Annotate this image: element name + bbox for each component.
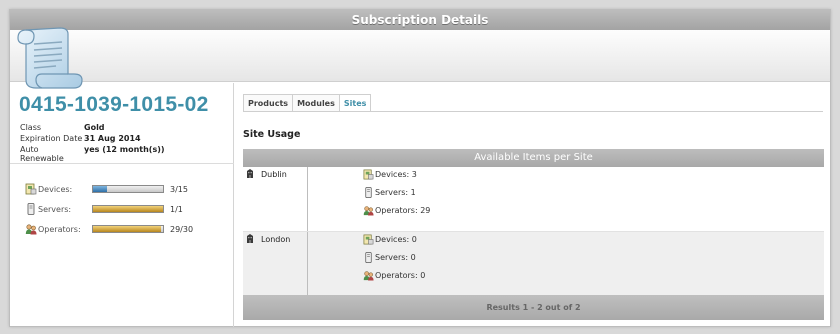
site-item-servers: Servers: 1 xyxy=(363,187,513,199)
site-item-text: Servers: 0 xyxy=(375,253,416,262)
usage-count: 3/15 xyxy=(170,185,188,194)
site-item-text: Devices: 0 xyxy=(375,235,417,244)
info-row-auto-renewable: Auto Renewable yes (12 month(s)) xyxy=(20,145,165,163)
subscription-summary-panel: 0415-1039-1015-02 Class Gold Expiration … xyxy=(10,83,234,327)
subscription-id: 0415-1039-1015-02 xyxy=(19,93,209,116)
site-usage-grid: Available Items per Site Dublin Devices:… xyxy=(243,149,824,320)
site-item-text: Servers: 1 xyxy=(375,188,416,197)
details-panel: Products Modules Sites Site Usage Availa… xyxy=(235,83,830,327)
table-row[interactable]: London Devices: 0 Servers: 0 Operators: … xyxy=(243,231,824,296)
usage-label: Operators: xyxy=(38,225,81,234)
operators-icon xyxy=(25,224,37,235)
info-row-class: Class Gold xyxy=(20,123,165,134)
site-item-servers: Servers: 0 xyxy=(363,252,513,264)
site-item-text: Operators: 0 xyxy=(375,271,426,280)
site-building-icon xyxy=(247,234,253,243)
info-value: yes (12 month(s)) xyxy=(84,145,165,154)
column-divider xyxy=(307,167,308,231)
site-item-operators: Operators: 0 xyxy=(363,270,513,282)
tab-divider xyxy=(243,111,823,112)
tab-modules[interactable]: Modules xyxy=(292,94,340,111)
subscription-info: Class Gold Expiration Date 31 Aug 2014 A… xyxy=(20,123,165,163)
subscription-window: Subscription Details 0415-1039-1015-02 C… xyxy=(9,9,831,327)
column-divider xyxy=(307,232,308,296)
servers-icon xyxy=(27,203,35,215)
site-building-icon xyxy=(247,169,253,178)
usage-row-devices: Devices: 3/15 xyxy=(25,183,225,197)
operators-usage-bar xyxy=(92,225,164,233)
grid-header: Available Items per Site xyxy=(243,149,824,167)
tab-products[interactable]: Products xyxy=(243,94,294,111)
site-item-operators: Operators: 29 xyxy=(363,205,513,217)
banner xyxy=(10,27,830,89)
usage-row-servers: Servers: 1/1 xyxy=(25,203,225,217)
devices-icon xyxy=(363,169,374,180)
table-row[interactable]: Dublin Devices: 3 Servers: 1 Operators: … xyxy=(243,167,824,231)
tab-bar: Products Modules Sites xyxy=(243,94,372,111)
info-row-expiration: Expiration Date 31 Aug 2014 xyxy=(20,134,165,145)
site-name: Dublin xyxy=(261,170,287,179)
pagination-summary: Results 1 - 2 out of 2 xyxy=(243,295,824,320)
site-item-text: Operators: 29 xyxy=(375,206,431,215)
servers-usage-bar xyxy=(92,205,164,213)
usage-count: 29/30 xyxy=(170,225,194,234)
site-item-devices: Devices: 3 xyxy=(363,169,513,181)
operators-icon xyxy=(363,206,374,216)
tab-sites[interactable]: Sites xyxy=(338,94,372,111)
site-item-text: Devices: 3 xyxy=(375,170,417,179)
servers-icon xyxy=(365,252,372,263)
usage-row-operators: Operators: 29/30 xyxy=(25,223,225,237)
window-title: Subscription Details xyxy=(10,10,830,30)
site-name: London xyxy=(261,235,291,244)
info-label: Auto Renewable xyxy=(20,145,64,163)
usage-label: Devices: xyxy=(38,185,73,194)
operators-icon xyxy=(363,271,374,281)
devices-icon xyxy=(25,183,37,195)
operators-usage-fill xyxy=(93,226,161,232)
usage-label: Servers: xyxy=(38,205,72,214)
site-item-devices: Devices: 0 xyxy=(363,234,513,246)
servers-icon xyxy=(365,187,372,198)
info-value: 31 Aug 2014 xyxy=(84,134,141,143)
devices-icon xyxy=(363,234,374,245)
usage-count: 1/1 xyxy=(170,205,183,214)
devices-usage-fill xyxy=(93,186,107,192)
info-label: Class xyxy=(20,123,42,132)
info-value: Gold xyxy=(84,123,105,132)
divider xyxy=(10,163,234,164)
servers-usage-fill xyxy=(93,206,163,212)
section-title: Site Usage xyxy=(243,129,301,140)
devices-usage-bar xyxy=(92,185,164,193)
info-label: Expiration Date xyxy=(20,134,83,143)
